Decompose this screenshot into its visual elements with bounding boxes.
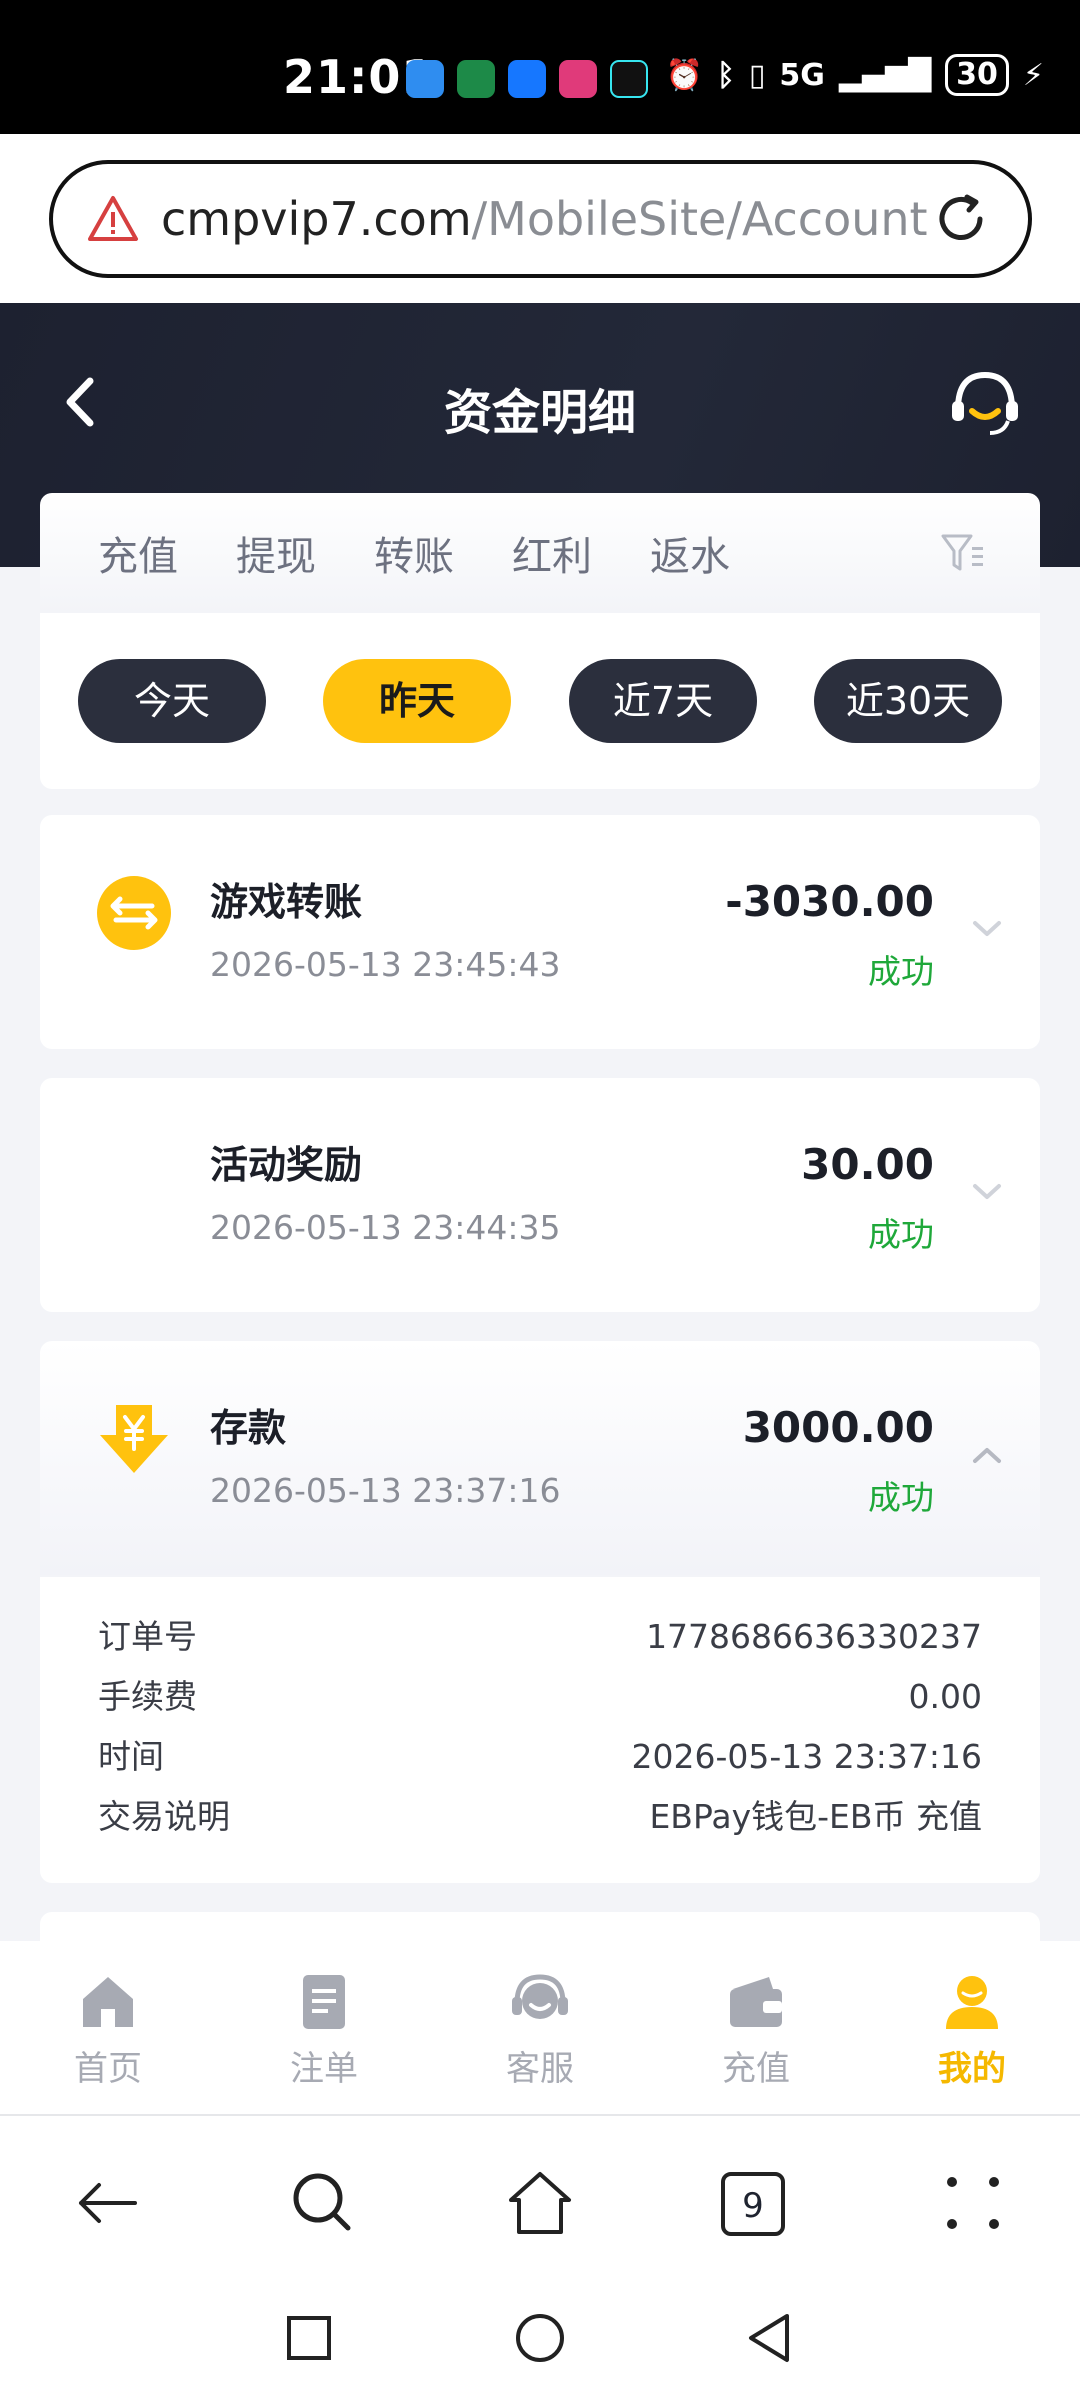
transaction-name: 游戏转账 [210,880,363,924]
recent-apps-icon[interactable] [281,2310,337,2366]
period-selector: 今天 昨天 近7天 近30天 [40,613,1040,789]
nav-label: 充值 [722,2049,790,2089]
nav-betslip[interactable]: 注单 [216,1941,432,2114]
chevron-down-icon[interactable] [972,919,1002,939]
period-30days-button[interactable]: 近30天 [814,659,1002,743]
system-back-icon[interactable] [741,2310,797,2366]
url-domain: cmpvip7.com [161,192,472,246]
detail-fee-row: 手续费 0.00 [98,1667,982,1727]
transaction-amount: -3030.00 [725,877,934,926]
transaction-details: 订单号 1778686636330237 手续费 0.00 时间 2026-05… [40,1577,1040,1883]
notification-icons [406,60,648,98]
nav-recharge[interactable]: 充值 [648,1941,864,2114]
detail-value: 0.00 [908,1677,982,1716]
transaction-row[interactable]: 活动奖励 2026-05-13 23:44:35 30.00 成功 [40,1078,1040,1312]
nav-label: 注单 [290,2049,358,2089]
chevron-down-icon[interactable] [972,1182,1002,1202]
chevron-up-icon[interactable] [972,1445,1002,1465]
period-yesterday-button[interactable]: 昨天 [323,659,511,743]
nav-profile[interactable]: 我的 [864,1941,1080,2114]
tabs-count-button[interactable]: 9 [721,2172,785,2236]
customer-service-icon[interactable] [948,367,1022,439]
transaction-status: 成功 [868,1215,934,1254]
status-bar: 21:01 ⏰ ᛒ ▯ 5G ▂▄▆█ 30 ⚡ [0,0,1080,134]
profile-icon [946,1976,998,2029]
transaction-date: 2026-05-13 23:44:35 [210,1208,561,1247]
postal-app-icon [457,60,495,98]
tab-rebate[interactable]: 返水 [650,524,730,582]
transaction-date: 2026-05-13 23:37:16 [210,1471,561,1510]
network-label: 5G [779,57,825,93]
alipay-app-icon [508,60,546,98]
alarm-icon: ⏰ [665,57,703,93]
detail-value: 2026-05-13 23:37:16 [631,1737,982,1776]
detail-label: 交易说明 [98,1797,230,1836]
detail-description-row: 交易说明 EBPay钱包-EB币 充值 [98,1787,982,1847]
message-app-icon [406,60,444,98]
filter-icon[interactable] [940,531,986,575]
bottom-nav: 首页 注单 客服 充值 我的 [0,1941,1080,2114]
tab-transfer[interactable]: 转账 [374,524,454,582]
home-browser-icon[interactable] [505,2168,575,2238]
system-status: ⏰ ᛒ ▯ 5G ▂▄▆█ 30 ⚡ [665,54,1044,96]
battery-indicator: 30 [945,54,1009,96]
period-today-button[interactable]: 今天 [78,659,266,743]
system-home-icon[interactable] [512,2310,568,2366]
tiktok-app-icon [610,60,648,98]
page-title: 资金明细 [443,385,636,441]
nav-support[interactable]: 客服 [432,1941,648,2114]
detail-label: 手续费 [98,1677,197,1716]
warning-icon [88,196,138,241]
vibrate-icon: ▯ [748,57,766,93]
search-icon[interactable] [288,2168,358,2238]
support-icon [512,1974,568,2019]
address-bar[interactable]: cmpvip7.com/MobileSite/Account [49,160,1032,278]
transaction-name: 存款 [210,1406,287,1450]
nav-label: 我的 [938,2049,1006,2089]
detail-label: 时间 [98,1737,164,1776]
transaction-status: 成功 [868,952,934,991]
reload-icon[interactable] [932,190,990,248]
detail-order-row: 订单号 1778686636330237 [98,1607,982,1667]
transaction-row[interactable]: 存款 2026-05-13 23:37:16 3000.00 成功 [40,1341,1040,1575]
detail-label: 订单号 [98,1617,197,1656]
detail-time-row: 时间 2026-05-13 23:37:16 [98,1727,982,1787]
home-icon [83,1977,133,2027]
tab-withdraw[interactable]: 提现 [236,524,316,582]
tab-recharge[interactable]: 充值 [98,524,178,582]
wallet-icon [730,1977,782,2027]
browser-back-icon[interactable] [73,2168,143,2238]
transaction-amount: 3000.00 [742,1403,934,1452]
nav-label: 首页 [74,2049,142,2089]
tab-bonus[interactable]: 红利 [512,524,592,582]
transaction-row[interactable]: 游戏转账 2026-05-13 23:45:43 -3030.00 成功 [40,815,1040,1049]
transaction-type-tabs: 充值 提现 转账 红利 返水 [40,493,1040,613]
url-path: /MobileSite/Account [471,192,928,246]
nav-home[interactable]: 首页 [0,1941,216,2114]
browser-address-area: cmpvip7.com/MobileSite/Account [0,134,1080,303]
transaction-amount: 30.00 [801,1140,934,1189]
detail-value: EBPay钱包-EB币 充值 [649,1797,982,1836]
url-text[interactable]: cmpvip7.com/MobileSite/Account [161,192,928,246]
more-menu-icon[interactable] [938,2168,1008,2238]
transaction-status: 成功 [868,1478,934,1517]
transfer-icon [97,876,171,950]
transaction-name: 活动奖励 [210,1143,363,1187]
period-7days-button[interactable]: 近7天 [569,659,757,743]
betslip-icon [303,1975,345,2029]
browser-toolbar: 9 [0,2114,1080,2288]
charging-icon: ⚡ [1022,57,1044,93]
system-navigation [0,2288,1080,2400]
nav-label: 客服 [506,2049,574,2089]
bluetooth-icon: ᛒ [716,57,735,93]
transaction-date: 2026-05-13 23:45:43 [210,945,561,984]
detail-value: 1778686636330237 [646,1617,982,1656]
deposit-icon [100,1405,168,1473]
app-store-icon [559,60,597,98]
signal-icon: ▂▄▆█ [838,57,932,93]
